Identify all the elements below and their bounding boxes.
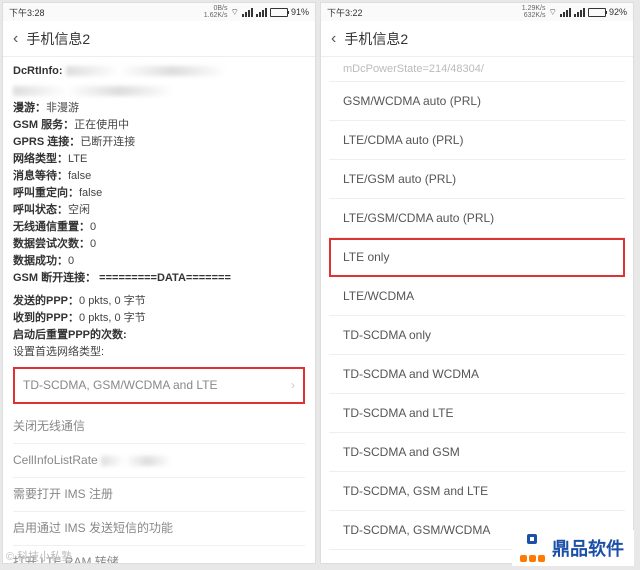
net-speed: 0B/s1.62K/s bbox=[204, 5, 228, 19]
signal-icon bbox=[242, 8, 253, 17]
signal-icon bbox=[574, 8, 585, 17]
network-option[interactable]: LTE/CDMA auto (PRL) bbox=[329, 121, 625, 160]
network-option[interactable]: TD-SCDMA only bbox=[329, 316, 625, 355]
page-title: 手机信息2 bbox=[344, 29, 408, 49]
brand-logo: 鼎品软件 bbox=[512, 530, 634, 566]
battery-pct: 91% bbox=[291, 7, 309, 17]
dim-header: mDcPowerState=214/48304/ bbox=[329, 57, 625, 82]
back-icon[interactable]: ‹ bbox=[13, 30, 18, 48]
battery-icon bbox=[270, 8, 288, 17]
signal-icon bbox=[560, 8, 571, 17]
phone-right: 下午3:22 1.29K/s632K/s ⌔ 92% ‹ 手机信息2 mDcPo… bbox=[320, 2, 634, 564]
title-bar: ‹ 手机信息2 bbox=[321, 21, 633, 57]
battery-pct: 92% bbox=[609, 7, 627, 17]
network-option[interactable]: LTE/GSM/CDMA auto (PRL) bbox=[329, 199, 625, 238]
wifi-icon: ⌔ bbox=[231, 7, 239, 18]
network-option[interactable]: LTE/GSM auto (PRL) bbox=[329, 160, 625, 199]
selector-value: TD-SCDMA, GSM/WCDMA and LTE bbox=[23, 377, 217, 394]
brand-icon bbox=[518, 534, 546, 562]
network-option[interactable]: TD-SCDMA and WCDMA bbox=[329, 355, 625, 394]
network-option[interactable]: GSM/WCDMA auto (PRL) bbox=[329, 82, 625, 121]
signal-icon bbox=[256, 8, 267, 17]
network-option[interactable]: TD-SCDMA, GSM and LTE bbox=[329, 472, 625, 511]
chevron-right-icon: › bbox=[291, 377, 295, 394]
network-option[interactable]: TD-SCDMA and LTE bbox=[329, 394, 625, 433]
net-speed: 1.29K/s632K/s bbox=[522, 5, 546, 19]
title-bar: ‹ 手机信息2 bbox=[3, 21, 315, 57]
radio-off-row[interactable]: 关闭无线通信 bbox=[13, 410, 305, 444]
brand-text: 鼎品软件 bbox=[552, 535, 624, 561]
ims-sms-row[interactable]: 启用通过 IMS 发送短信的功能 bbox=[13, 512, 305, 546]
network-option[interactable]: TD-SCDMA and GSM bbox=[329, 433, 625, 472]
page-title: 手机信息2 bbox=[26, 29, 90, 49]
redacted-text bbox=[13, 86, 173, 96]
battery-icon bbox=[588, 8, 606, 17]
network-option[interactable]: LTE/WCDMA bbox=[329, 277, 625, 316]
watermark: © 科技小私塾 bbox=[6, 548, 72, 564]
status-time: 下午3:28 bbox=[9, 6, 45, 19]
network-option[interactable]: LTE only bbox=[329, 238, 625, 277]
cellinfo-row[interactable]: CellInfoListRate bbox=[13, 444, 305, 478]
redacted-text bbox=[101, 456, 171, 466]
info-panel: DcRtInfo: 漫游：非漫游 GSM 服务：正在使用中 GPRS 连接：已断… bbox=[3, 57, 315, 564]
redacted-text bbox=[66, 66, 226, 76]
phone-left: 下午3:28 0B/s1.62K/s ⌔ 91% ‹ 手机信息2 DcRtInf… bbox=[2, 2, 316, 564]
preferred-network-selector[interactable]: TD-SCDMA, GSM/WCDMA and LTE › bbox=[13, 367, 305, 404]
ims-register-row[interactable]: 需要打开 IMS 注册 bbox=[13, 478, 305, 512]
back-icon[interactable]: ‹ bbox=[331, 30, 336, 48]
wifi-icon: ⌔ bbox=[549, 7, 557, 18]
status-bar: 下午3:22 1.29K/s632K/s ⌔ 92% bbox=[321, 3, 633, 21]
status-bar: 下午3:28 0B/s1.62K/s ⌔ 91% bbox=[3, 3, 315, 21]
status-time: 下午3:22 bbox=[327, 6, 363, 19]
